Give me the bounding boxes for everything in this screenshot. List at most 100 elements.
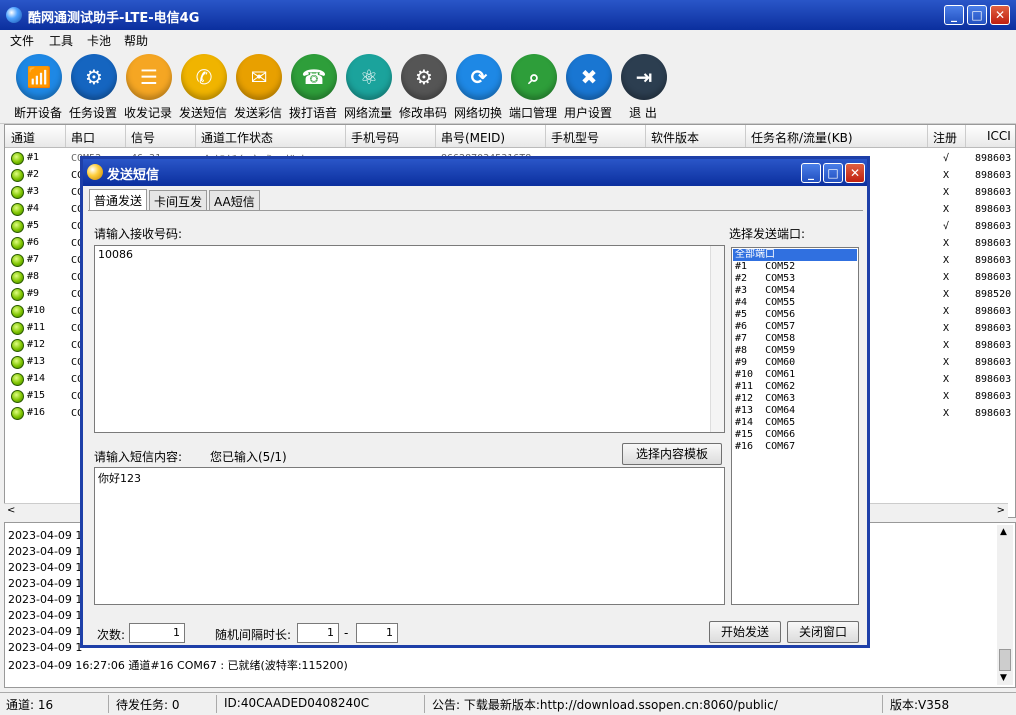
port-item[interactable]: #1 COM52 [733, 261, 857, 273]
port-item[interactable]: #5 COM56 [733, 309, 857, 321]
iccid-cell: 898603 [975, 221, 1012, 232]
port-item[interactable]: #14 COM65 [733, 417, 857, 429]
col-channel[interactable]: 通道 [11, 129, 35, 146]
toolbar-button-3[interactable]: ✆ 发送短信 [175, 52, 231, 122]
toolbar-button-10[interactable]: ✖ 用户设置 [560, 52, 616, 122]
toolbar-button-6[interactable]: ⚛ 网络流量 [340, 52, 396, 122]
register-cell: X [943, 323, 950, 334]
scroll-up-icon[interactable]: ▲ [1000, 527, 1007, 537]
channel-cell: #11 [27, 322, 46, 333]
status-id: ID:40CAADED0408240C [224, 696, 370, 710]
register-cell: X [943, 187, 950, 198]
toolbar-button-1[interactable]: ⚙ 任务设置 [65, 52, 121, 122]
iccid-cell: 898603 [975, 357, 1012, 368]
menu-tools[interactable]: 工具 [49, 32, 73, 49]
port-item[interactable]: #10 COM61 [733, 369, 857, 381]
status-led-icon [11, 373, 24, 386]
interval-label: 随机间隔时长: [215, 628, 292, 642]
envelope-icon: ✉ [236, 54, 282, 100]
scroll-down-icon[interactable]: ▼ [1000, 673, 1007, 683]
col-version[interactable]: 软件版本 [651, 129, 699, 146]
register-cell: X [943, 170, 950, 181]
register-cell: X [943, 204, 950, 215]
toolbar-button-11[interactable]: ⇥ 退 出 [615, 52, 671, 122]
port-item[interactable]: #9 COM60 [733, 357, 857, 369]
port-item[interactable]: #4 COM55 [733, 297, 857, 309]
menu-help[interactable]: 帮助 [124, 32, 148, 49]
scroll-thumb[interactable] [999, 649, 1011, 671]
toolbar-button-0[interactable]: 📶 断开设备 [10, 52, 66, 122]
tab-aa-sms[interactable]: AA短信 [209, 190, 260, 210]
port-item[interactable]: #15 COM66 [733, 429, 857, 441]
toolbar-button-2[interactable]: ☰ 收发记录 [120, 52, 176, 122]
dialog-maximize-button[interactable]: □ [823, 163, 843, 183]
content-label: 请输入短信内容: [94, 450, 183, 464]
status-channels: 通道: 16 [6, 698, 54, 712]
minimize-button[interactable]: _ [944, 5, 964, 25]
register-cell: X [943, 340, 950, 351]
iccid-cell: 898603 [975, 272, 1012, 283]
close-button[interactable]: ✕ [990, 5, 1010, 25]
port-item[interactable]: #2 COM53 [733, 273, 857, 285]
atom-icon: ⚛ [346, 54, 392, 100]
toolbar-button-9[interactable]: ⌕ 端口管理 [505, 52, 561, 122]
menu-file[interactable]: 文件 [10, 32, 34, 49]
sms-content-input[interactable]: 你好123 [94, 467, 725, 605]
port-item[interactable]: #7 COM58 [733, 333, 857, 345]
col-port[interactable]: 串口 [71, 129, 95, 146]
recipient-scrollbar[interactable] [710, 246, 724, 432]
recipient-input[interactable]: 10086 [94, 245, 725, 433]
times-input[interactable]: 1 [129, 623, 185, 643]
iccid-cell: 898603 [975, 187, 1012, 198]
log-line: 2023-04-09 1 [8, 609, 83, 622]
scroll-right-icon[interactable]: > [997, 505, 1005, 516]
tab-normal-send[interactable]: 普通发送 [89, 189, 148, 210]
menu-card-pool[interactable]: 卡池 [87, 32, 111, 49]
channel-cell: #6 [27, 237, 40, 248]
title-bar: 酷网通测试助手-LTE-电信4G _ □ ✕ [0, 0, 1016, 30]
status-led-icon [11, 186, 24, 199]
col-meid[interactable]: 串号(MEID) [441, 129, 505, 146]
toolbar-button-7[interactable]: ⚙ 修改串码 [395, 52, 451, 122]
port-item[interactable]: #13 COM64 [733, 405, 857, 417]
col-phone[interactable]: 手机号码 [351, 129, 399, 146]
interval-to-input[interactable]: 1 [356, 623, 398, 643]
dialog-close-button[interactable]: ✕ [845, 163, 865, 183]
toolbar-button-8[interactable]: ⟳ 网络切换 [450, 52, 506, 122]
iccid-cell: 898603 [975, 340, 1012, 351]
scroll-left-icon[interactable]: < [7, 505, 15, 516]
port-label: 选择发送端口: [729, 227, 806, 241]
port-item[interactable]: #8 COM59 [733, 345, 857, 357]
col-signal[interactable]: 信号 [131, 129, 155, 146]
channel-cell: #14 [27, 373, 46, 384]
port-item[interactable]: #12 COM63 [733, 393, 857, 405]
status-led-icon [11, 152, 24, 165]
channel-cell: #5 [27, 220, 40, 231]
channel-cell: #15 [27, 390, 46, 401]
dialog-minimize-button[interactable]: _ [801, 163, 821, 183]
col-register[interactable]: 注册 [933, 129, 957, 146]
port-item[interactable]: #16 COM67 [733, 441, 857, 453]
channel-cell: #4 [27, 203, 40, 214]
col-iccid[interactable]: ICCI [987, 129, 1011, 143]
interval-from-input[interactable]: 1 [297, 623, 339, 643]
port-item-all[interactable]: 全部端口 [733, 249, 857, 261]
channel-cell: #9 [27, 288, 40, 299]
start-send-button[interactable]: 开始发送 [709, 621, 781, 643]
toolbar-button-5[interactable]: ☎ 拨打语音 [285, 52, 341, 122]
port-item[interactable]: #6 COM57 [733, 321, 857, 333]
toolbar-button-4[interactable]: ✉ 发送彩信 [230, 52, 286, 122]
col-model[interactable]: 手机型号 [551, 129, 599, 146]
port-list[interactable]: 全部端口 #1 COM52 #2 COM53 #3 COM54 #4 COM55 #5 C… [731, 247, 859, 605]
register-cell: X [943, 272, 950, 283]
interval-separator: - [344, 626, 349, 640]
tab-card-exchange[interactable]: 卡间互发 [149, 190, 208, 210]
port-item[interactable]: #11 COM62 [733, 381, 857, 393]
maximize-button[interactable]: □ [967, 5, 987, 25]
choose-template-button[interactable]: 选择内容模板 [622, 443, 722, 465]
close-window-button[interactable]: 关闭窗口 [787, 621, 859, 643]
col-task[interactable]: 任务名称/流量(KB) [751, 129, 853, 146]
log-scrollbar[interactable]: ▲ ▼ [997, 525, 1013, 685]
col-status[interactable]: 通道工作状态 [201, 129, 273, 146]
port-item[interactable]: #3 COM54 [733, 285, 857, 297]
